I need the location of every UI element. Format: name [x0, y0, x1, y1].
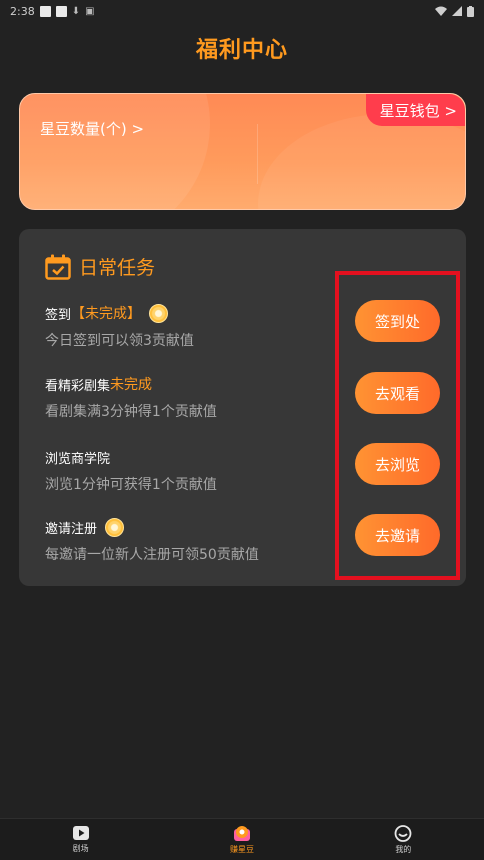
- nav-item-earn-beans[interactable]: 赚星豆: [182, 825, 302, 855]
- star-bean-card: 星豆数量(个) > 星豆钱包 >: [19, 93, 466, 210]
- nav-item-mine[interactable]: 我的: [343, 824, 463, 855]
- page-title: 福利中心: [195, 38, 288, 63]
- task-item-watch: 看精彩剧集 未完成 看剧集满3分钟得1个贡献值: [45, 373, 217, 421]
- app-icon: ▣: [85, 5, 95, 17]
- task-title: 邀请注册: [45, 516, 259, 538]
- calendar-check-icon: [45, 254, 71, 280]
- task-status: 【未完成】: [71, 306, 142, 322]
- status-time: 2:38: [10, 4, 35, 18]
- task-desc: 浏览1分钟可获得1个贡献值: [45, 477, 217, 493]
- bottom-nav: 剧场 赚星豆 我的: [0, 818, 484, 860]
- browse-button[interactable]: 去浏览: [355, 443, 440, 485]
- task-item-invite: 邀请注册 每邀请一位新人注册可领50贡献值: [45, 516, 259, 564]
- status-left: 2:38 ⬇ ▣: [10, 5, 95, 18]
- task-title: 看精彩剧集 未完成: [45, 373, 217, 395]
- watch-button[interactable]: 去观看: [355, 372, 440, 414]
- signal-icon: [452, 6, 462, 16]
- smile-icon: [394, 824, 412, 842]
- status-right: [435, 5, 474, 17]
- checkin-button[interactable]: 签到处: [355, 300, 440, 342]
- task-desc: 看剧集满3分钟得1个贡献值: [45, 404, 217, 420]
- play-icon: [72, 826, 89, 840]
- coin-icon: [105, 517, 125, 537]
- task-name: 看精彩剧集: [45, 378, 111, 394]
- nav-item-theater[interactable]: 剧场: [21, 825, 141, 854]
- nav-label: 我的: [395, 844, 412, 854]
- task-header: 日常任务: [45, 253, 155, 280]
- notification-icon: [39, 5, 51, 17]
- status-bar: 2:38 ⬇ ▣: [0, 0, 484, 22]
- task-desc: 今日签到可以领3贡献值: [45, 333, 194, 349]
- bean-count-link[interactable]: 星豆数量(个) >: [40, 118, 144, 139]
- task-title: 签到 【未完成】: [45, 302, 194, 324]
- task-name: 签到: [45, 307, 72, 323]
- coin-icon: [149, 303, 169, 323]
- download-icon: ⬇: [71, 5, 81, 17]
- star-bean-icon: [233, 825, 250, 841]
- task-title: 浏览商学院: [45, 446, 217, 468]
- notification-icon: [55, 5, 67, 17]
- task-desc: 每邀请一位新人注册可领50贡献值: [45, 547, 259, 563]
- wallet-link[interactable]: 星豆钱包 >: [365, 94, 465, 126]
- card-divider: [257, 124, 258, 184]
- card-decoration: [20, 94, 210, 209]
- card-decoration: [258, 114, 465, 209]
- task-status: 未完成: [110, 377, 153, 393]
- task-item-browse: 浏览商学院 浏览1分钟可获得1个贡献值: [45, 446, 217, 494]
- invite-button[interactable]: 去邀请: [355, 514, 440, 556]
- task-header-title: 日常任务: [79, 257, 156, 279]
- task-name: 邀请注册: [45, 521, 98, 537]
- nav-label: 赚星豆: [229, 844, 254, 854]
- task-item-checkin: 签到 【未完成】 今日签到可以领3贡献值: [45, 302, 194, 350]
- battery-icon: [467, 5, 474, 17]
- wifi-icon: [435, 6, 447, 16]
- nav-label: 剧场: [72, 844, 89, 853]
- daily-task-card: 日常任务 签到 【未完成】 今日签到可以领3贡献值 签到处 看精彩剧集 未完成 …: [19, 229, 466, 586]
- task-name: 浏览商学院: [45, 451, 111, 467]
